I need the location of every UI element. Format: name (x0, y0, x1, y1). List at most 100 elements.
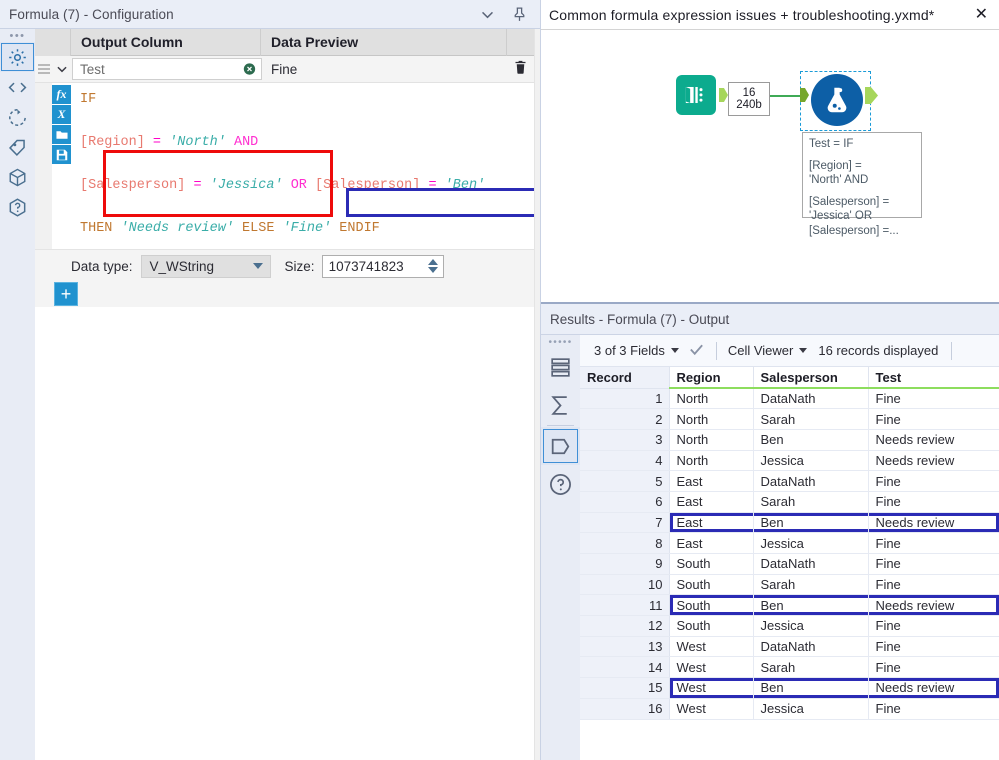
cell-record[interactable]: 12 (580, 615, 670, 637)
fields-selector[interactable]: 3 of 3 Fields (594, 343, 679, 358)
formula-tool-output-anchor[interactable] (865, 87, 878, 104)
cell-test[interactable]: Fine (868, 698, 999, 720)
table-row[interactable]: 6 East Sarah Fine (580, 491, 999, 513)
trash-icon[interactable] (513, 59, 528, 80)
cell-salesperson[interactable]: Ben (753, 677, 869, 699)
workflow-canvas[interactable]: 16 240b Test = IF [Region] = 'North' AND [S… (541, 31, 999, 301)
sidebar-item-assets[interactable] (0, 162, 35, 192)
table-row[interactable]: 11 South Ben Needs review (580, 594, 999, 617)
formula-tool[interactable] (811, 74, 863, 126)
cell-test[interactable]: Fine (868, 574, 999, 596)
cell-salesperson[interactable]: Jessica (753, 450, 869, 472)
cell-region[interactable]: North (669, 450, 754, 472)
cell-viewer-selector[interactable]: Cell Viewer (728, 343, 808, 358)
functions-button[interactable]: fx (52, 85, 71, 104)
table-row[interactable]: 13 West DataNath Fine (580, 636, 999, 658)
cell-region[interactable]: North (669, 429, 754, 451)
cell-region[interactable]: North (669, 388, 754, 410)
cell-region[interactable]: West (669, 656, 754, 679)
results-item-summary[interactable] (541, 386, 580, 424)
cell-salesperson[interactable]: Ben (753, 594, 869, 617)
table-row[interactable]: 15 West Ben Needs review (580, 677, 999, 699)
cell-record[interactable]: 11 (580, 594, 670, 617)
row-expand-chevron-down-icon[interactable] (52, 56, 71, 83)
cell-region[interactable]: South (669, 553, 754, 575)
sidebar-item-configuration[interactable] (0, 42, 35, 72)
table-row[interactable]: 7 East Ben Needs review (580, 512, 999, 534)
cell-record[interactable]: 7 (580, 512, 670, 534)
table-row[interactable]: 16 West Jessica Fine (580, 698, 999, 720)
cell-region[interactable]: South (669, 574, 754, 596)
add-button[interactable]: + (54, 282, 78, 306)
pushpin-icon[interactable] (511, 6, 528, 23)
size-input[interactable]: 1073741823 (321, 254, 444, 278)
chevron-down-icon[interactable] (479, 6, 496, 23)
cell-test[interactable]: Fine (868, 491, 999, 513)
cell-region[interactable]: East (669, 470, 754, 492)
text-input-tool[interactable] (676, 75, 716, 115)
results-item-messages[interactable] (541, 348, 580, 386)
cell-region[interactable]: South (669, 594, 754, 617)
cell-record[interactable]: 5 (580, 470, 670, 492)
cell-salesperson[interactable]: Jessica (753, 615, 869, 637)
cell-record[interactable]: 9 (580, 553, 670, 575)
sidebar-item-help[interactable] (0, 192, 35, 222)
cell-record[interactable]: 10 (580, 574, 670, 596)
cell-test[interactable]: Needs review (868, 594, 999, 617)
table-row[interactable]: 8 East Jessica Fine (580, 532, 999, 554)
cell-test[interactable]: Needs review (868, 512, 999, 534)
table-row[interactable]: 3 North Ben Needs review (580, 429, 999, 451)
cell-record[interactable]: 14 (580, 656, 670, 679)
cell-test[interactable]: Fine (868, 470, 999, 492)
results-item-help[interactable] (541, 465, 580, 503)
formula-text-content[interactable]: IF [Region] = 'North' AND [Salesperson] … (71, 83, 540, 249)
cell-test[interactable]: Fine (868, 656, 999, 679)
cell-salesperson[interactable]: Sarah (753, 574, 869, 596)
cell-salesperson[interactable]: DataNath (753, 553, 869, 575)
cell-test[interactable]: Fine (868, 553, 999, 575)
cell-record[interactable]: 4 (580, 450, 670, 472)
cell-salesperson[interactable]: Ben (753, 429, 869, 451)
column-header-test[interactable]: Test (868, 367, 999, 389)
cell-region[interactable]: East (669, 532, 754, 554)
cell-test[interactable]: Fine (868, 388, 999, 410)
column-header-salesperson[interactable]: Salesperson (753, 367, 869, 389)
clear-circle-icon[interactable] (243, 63, 256, 76)
cell-test[interactable]: Fine (868, 636, 999, 658)
cell-region[interactable]: West (669, 698, 754, 720)
drag-handle-icon[interactable] (35, 56, 52, 83)
checkmark-icon[interactable] (688, 341, 705, 361)
cell-record[interactable]: 2 (580, 408, 670, 430)
table-row[interactable]: 10 South Sarah Fine (580, 574, 999, 596)
cell-salesperson[interactable]: DataNath (753, 636, 869, 658)
table-row[interactable]: 2 North Sarah Fine (580, 408, 999, 430)
sidebar-item-labels[interactable] (0, 132, 35, 162)
text-input-output-anchor[interactable] (719, 88, 728, 102)
cell-record[interactable]: 13 (580, 636, 670, 658)
close-icon[interactable]: ✕ (975, 6, 988, 23)
cell-record[interactable]: 3 (580, 429, 670, 451)
cell-salesperson[interactable]: Jessica (753, 532, 869, 554)
output-column-input[interactable]: Test (72, 58, 262, 80)
table-row[interactable]: 12 South Jessica Fine (580, 615, 999, 637)
cell-salesperson[interactable]: Sarah (753, 491, 869, 513)
cell-region[interactable]: West (669, 636, 754, 658)
cell-test[interactable]: Fine (868, 408, 999, 430)
spinner-icon[interactable] (425, 258, 441, 275)
formula-expression-editor[interactable]: fx X IF [Region] = 'North' AND [Salesper… (35, 83, 540, 249)
cell-region[interactable]: East (669, 512, 754, 534)
results-item-output[interactable] (541, 427, 580, 465)
cell-record[interactable]: 6 (580, 491, 670, 513)
cell-region[interactable]: West (669, 677, 754, 699)
cell-test[interactable]: Fine (868, 615, 999, 637)
cell-salesperson[interactable]: Sarah (753, 656, 869, 679)
cell-record[interactable]: 16 (580, 698, 670, 720)
table-row[interactable]: 5 East DataNath Fine (580, 470, 999, 492)
cell-record[interactable]: 8 (580, 532, 670, 554)
cell-test[interactable]: Needs review (868, 677, 999, 699)
column-header-region[interactable]: Region (669, 367, 754, 389)
column-header-record[interactable]: Record (580, 367, 670, 389)
sidebar-item-annotation[interactable] (0, 72, 35, 102)
open-folder-button[interactable] (52, 125, 71, 144)
data-type-select[interactable]: V_WString (140, 254, 271, 278)
